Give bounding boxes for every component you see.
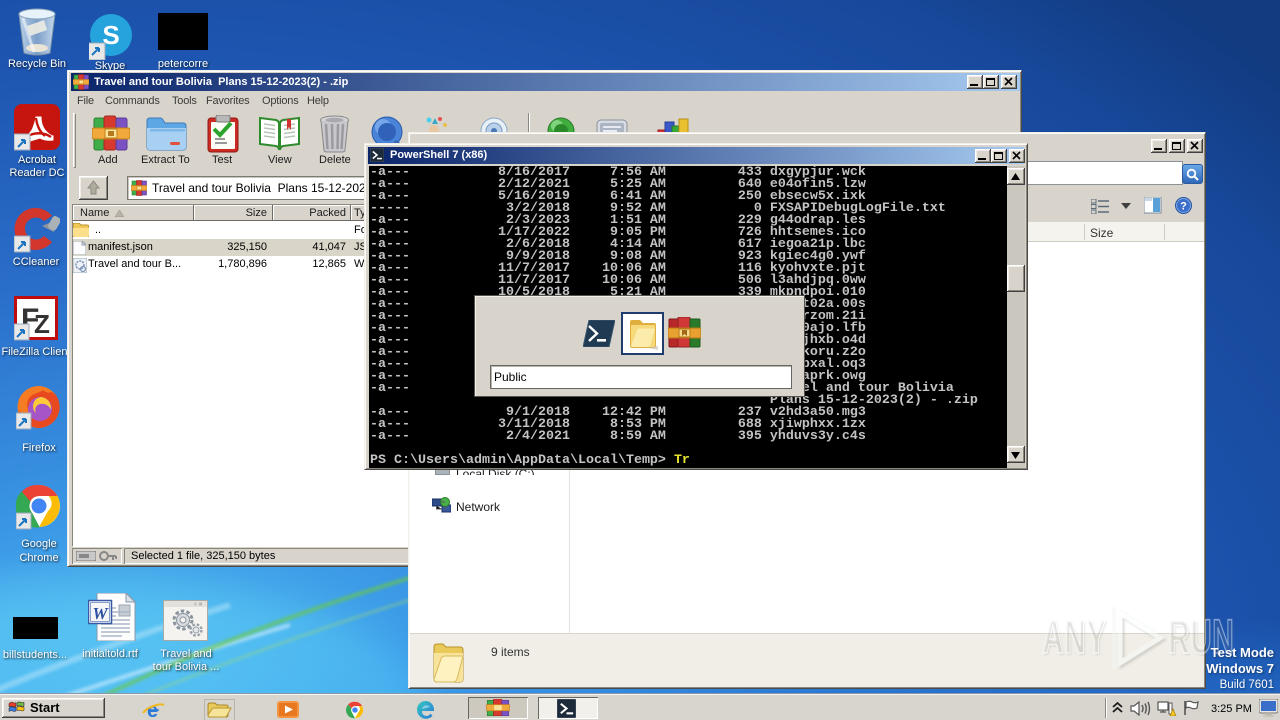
svg-text:?: ? xyxy=(1180,201,1187,213)
svg-text:Z: Z xyxy=(34,309,50,339)
svg-text:W: W xyxy=(92,604,109,623)
